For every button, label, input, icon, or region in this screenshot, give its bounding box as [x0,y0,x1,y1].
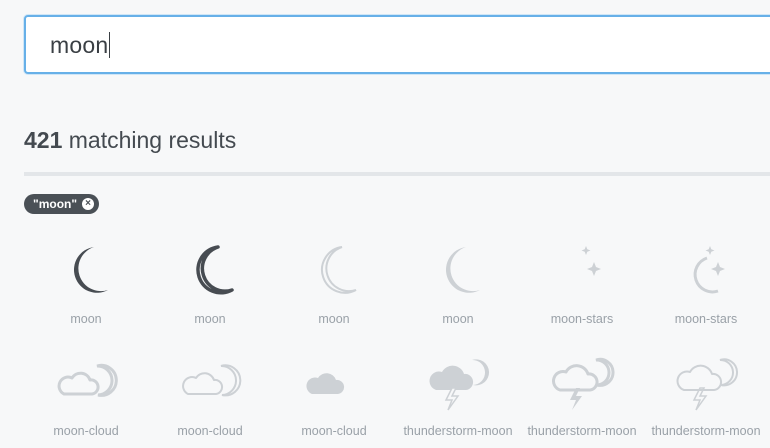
icon-result[interactable]: thunderstorm-moon [396,348,520,448]
moon-thin-icon [321,246,357,294]
icon-result[interactable]: moon [148,236,272,336]
filter-tag-label: "moon" [33,197,78,211]
moon-stars-outline-icon [693,246,725,294]
icon-label: moon-cloud [53,424,119,438]
moon-stars-solid-icon [571,246,601,292]
icon-label: moon-cloud [301,424,367,438]
divider [24,172,770,176]
icon-result[interactable]: moon [272,236,396,336]
search-input-value: moon [50,31,109,58]
icon-label: moon-stars [550,312,614,326]
icon-label: thunderstorm-moon [403,424,513,438]
moon-solid-icon [73,247,108,293]
close-icon[interactable]: × [82,198,95,210]
moon-solid-light-icon [445,247,480,293]
search-input[interactable]: moon [50,27,750,63]
search-box[interactable]: moon [24,15,770,74]
results-label: matching results [68,127,237,153]
icon-result[interactable]: moon-cloud [148,348,272,448]
moon-outline-icon [196,245,234,295]
icon-label: thunderstorm-moon [651,424,761,438]
moon-cloud-solid-icon [306,363,362,396]
moon-cloud-thin-icon [182,364,242,397]
icon-label: moon [442,312,474,326]
icon-result[interactable]: moon-stars [644,236,768,336]
results-count: 421 [24,127,63,153]
text-caret [109,32,111,58]
icon-label: thunderstorm-moon [527,424,637,438]
thunderstorm-moon-solid-icon [429,359,490,411]
icon-result[interactable]: moon-cloud [272,348,396,448]
icon-result[interactable]: moon-cloud [24,348,148,448]
thunderstorm-moon-thin-icon [676,358,739,411]
filter-tag[interactable]: "moon" × [24,194,100,214]
icon-result[interactable]: thunderstorm-moon [520,348,644,448]
icon-label: moon [70,312,102,326]
icon-result[interactable]: moon [396,236,520,336]
icon-result[interactable]: thunderstorm-moon [644,348,768,448]
icon-label: moon-cloud [177,424,243,438]
results-heading: 421 matching results [24,127,236,154]
icon-label: moon-stars [674,312,738,326]
icon-result[interactable]: moon [24,236,148,336]
icon-result[interactable]: moon-stars [520,236,644,336]
icon-label: moon [318,312,350,326]
moon-cloud-outline-icon [57,363,118,397]
thunderstorm-moon-outline-icon [552,357,615,410]
icon-label: moon [194,312,226,326]
